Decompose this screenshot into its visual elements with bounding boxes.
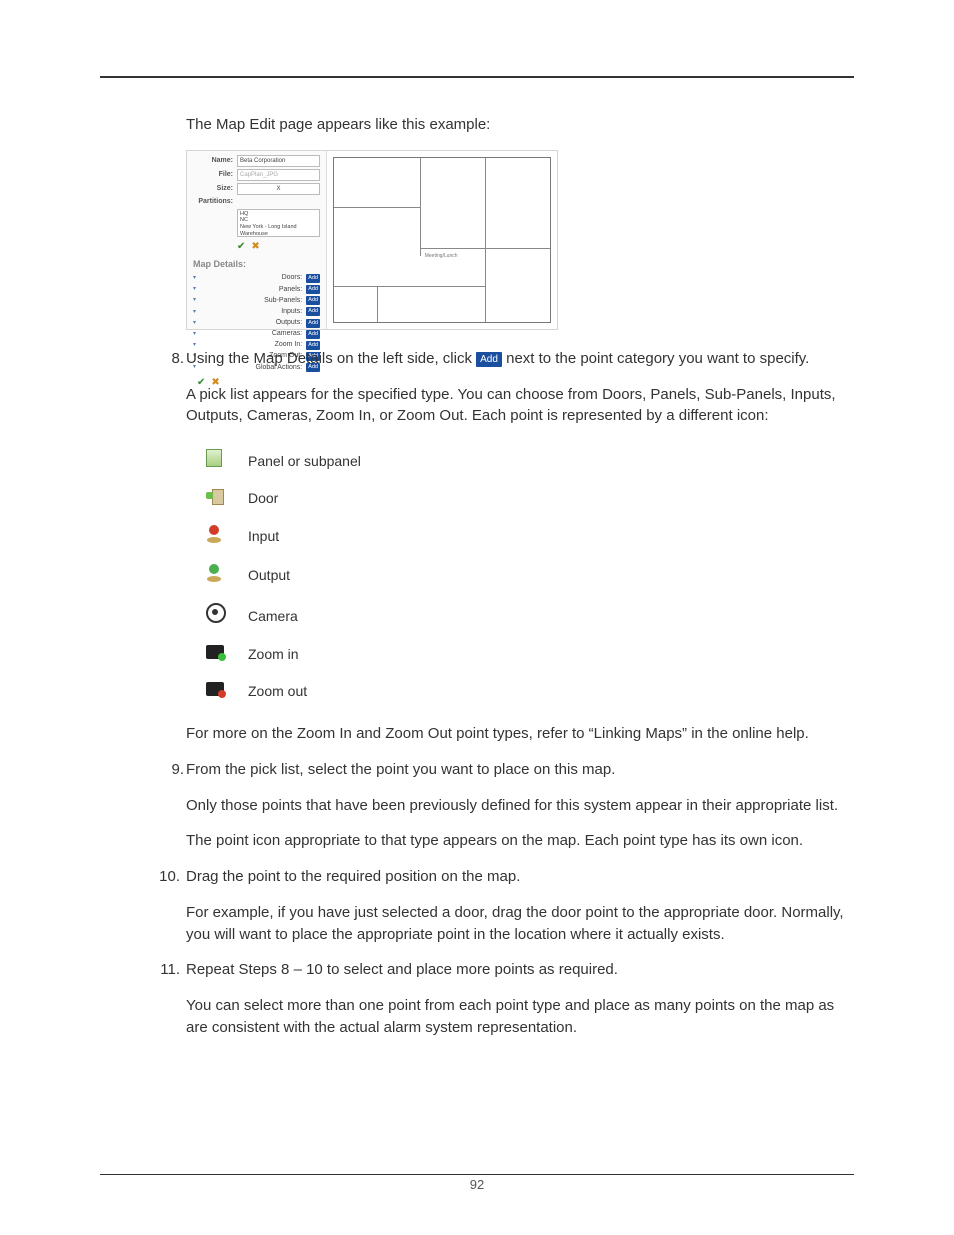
- step-number: 8.: [160, 348, 184, 370]
- partition-item: HQ: [240, 211, 317, 218]
- partition-item: NC: [240, 217, 317, 224]
- step-10: 10. Drag the point to the required posit…: [186, 866, 854, 945]
- add-button: Add: [306, 285, 320, 294]
- icon-label: Zoom in: [248, 636, 383, 672]
- expand-icon: ▾: [193, 308, 196, 317]
- step-9-p2: Only those points that have been previou…: [186, 795, 854, 817]
- zoom-out-icon: [206, 682, 224, 696]
- icon-label: Output: [248, 556, 383, 595]
- name-value: Beta Corporation: [237, 155, 320, 167]
- file-value: CapPlan_JPG: [237, 169, 320, 181]
- icon-label: Panel or subpanel: [248, 441, 383, 480]
- file-label: File:: [193, 170, 233, 180]
- step-9-p1: From the pick list, select the point you…: [186, 759, 854, 781]
- icon-label: Input: [248, 517, 383, 556]
- table-row: Zoom in: [206, 636, 383, 672]
- screenshot-floorplan: Meeting/Lunch: [327, 151, 557, 329]
- size-label: Size:: [193, 184, 233, 194]
- text: next to the point category you want to s…: [506, 350, 809, 367]
- step-number: 9.: [160, 759, 184, 781]
- add-button: Add: [306, 319, 320, 328]
- step-8-p1: Using the Map Details on the left side, …: [186, 348, 854, 370]
- detail-name: Cameras:: [198, 329, 306, 339]
- table-row: Panel or subpanel: [206, 441, 383, 480]
- bottom-rule: [100, 1174, 854, 1175]
- table-row: Camera: [206, 595, 383, 636]
- partition-item: New York - Long Island Warehouse: [240, 224, 317, 237]
- form-actions: ✔ ✖: [237, 240, 320, 255]
- step-10-p2: For example, if you have just selected a…: [186, 902, 854, 946]
- detail-name: Panels:: [198, 285, 306, 295]
- icon-label: Zoom out: [248, 673, 383, 709]
- add-button: Add: [306, 307, 320, 316]
- map-details-heading: Map Details:: [193, 258, 320, 271]
- map-detail-item: ▾Sub-Panels:Add: [193, 296, 320, 306]
- step-8: 8. Using the Map Details on the left sid…: [186, 348, 854, 745]
- add-badge-icon: Add: [476, 352, 502, 367]
- input-icon: [206, 525, 222, 543]
- map-detail-item: ▾Panels:Add: [193, 285, 320, 295]
- step-11: 11. Repeat Steps 8 – 10 to select and pl…: [186, 959, 854, 1038]
- floor-meeting-label: Meeting/Lunch: [425, 253, 458, 260]
- expand-icon: ▾: [193, 319, 196, 328]
- detail-name: Outputs:: [198, 318, 306, 328]
- text: Using the Map Details on the left side, …: [186, 350, 476, 367]
- intro-text: The Map Edit page appears like this exam…: [186, 114, 854, 136]
- output-icon: [206, 564, 222, 582]
- table-row: Zoom out: [206, 673, 383, 709]
- partitions-list: HQ NC New York - Long Island Warehouse: [237, 209, 320, 237]
- step-number: 11.: [156, 959, 180, 981]
- map-detail-item: ▾Doors:Add: [193, 273, 320, 283]
- cancel-icon: ✖: [251, 241, 259, 252]
- table-row: Output: [206, 556, 383, 595]
- check-icon: ✔: [237, 241, 245, 252]
- size-value: X: [237, 183, 320, 195]
- top-rule: [100, 76, 854, 78]
- step-11-p2: You can select more than one point from …: [186, 995, 854, 1039]
- step-9-p3: The point icon appropriate to that type …: [186, 830, 854, 852]
- expand-icon: ▾: [193, 330, 196, 339]
- icon-label: Door: [248, 480, 383, 516]
- add-button: Add: [306, 330, 320, 339]
- partitions-label: Partitions:: [193, 197, 233, 207]
- map-edit-screenshot: Name: Beta Corporation File: CapPlan_JPG…: [186, 150, 558, 330]
- door-icon: [206, 489, 224, 503]
- expand-icon: ▾: [193, 285, 196, 294]
- step-9: 9. From the pick list, select the point …: [186, 759, 854, 852]
- name-label: Name:: [193, 156, 233, 166]
- add-button: Add: [306, 296, 320, 305]
- detail-name: Inputs:: [198, 307, 306, 317]
- map-detail-item: ▾Inputs:Add: [193, 307, 320, 317]
- expand-icon: ▾: [193, 296, 196, 305]
- map-detail-item: ▾Outputs:Add: [193, 318, 320, 328]
- table-row: Input: [206, 517, 383, 556]
- page-number: 92: [0, 1176, 954, 1195]
- detail-name: Doors:: [198, 273, 306, 283]
- table-row: Door: [206, 480, 383, 516]
- expand-icon: ▾: [193, 274, 196, 283]
- add-button: Add: [306, 274, 320, 283]
- step-8-p3: For more on the Zoom In and Zoom Out poi…: [186, 723, 854, 745]
- detail-name: Sub-Panels:: [198, 296, 306, 306]
- map-detail-item: ▾Cameras:Add: [193, 329, 320, 339]
- step-number: 10.: [156, 866, 180, 888]
- screenshot-left-panel: Name: Beta Corporation File: CapPlan_JPG…: [187, 151, 327, 329]
- step-10-p1: Drag the point to the required position …: [186, 866, 854, 888]
- camera-icon: [206, 603, 226, 623]
- icon-legend-table: Panel or subpanel Door Input Output: [206, 441, 383, 709]
- step-11-p1: Repeat Steps 8 – 10 to select and place …: [186, 959, 854, 981]
- step-8-p2: A pick list appears for the specified ty…: [186, 384, 854, 428]
- panel-icon: [206, 449, 222, 467]
- zoom-in-icon: [206, 645, 224, 659]
- icon-label: Camera: [248, 595, 383, 636]
